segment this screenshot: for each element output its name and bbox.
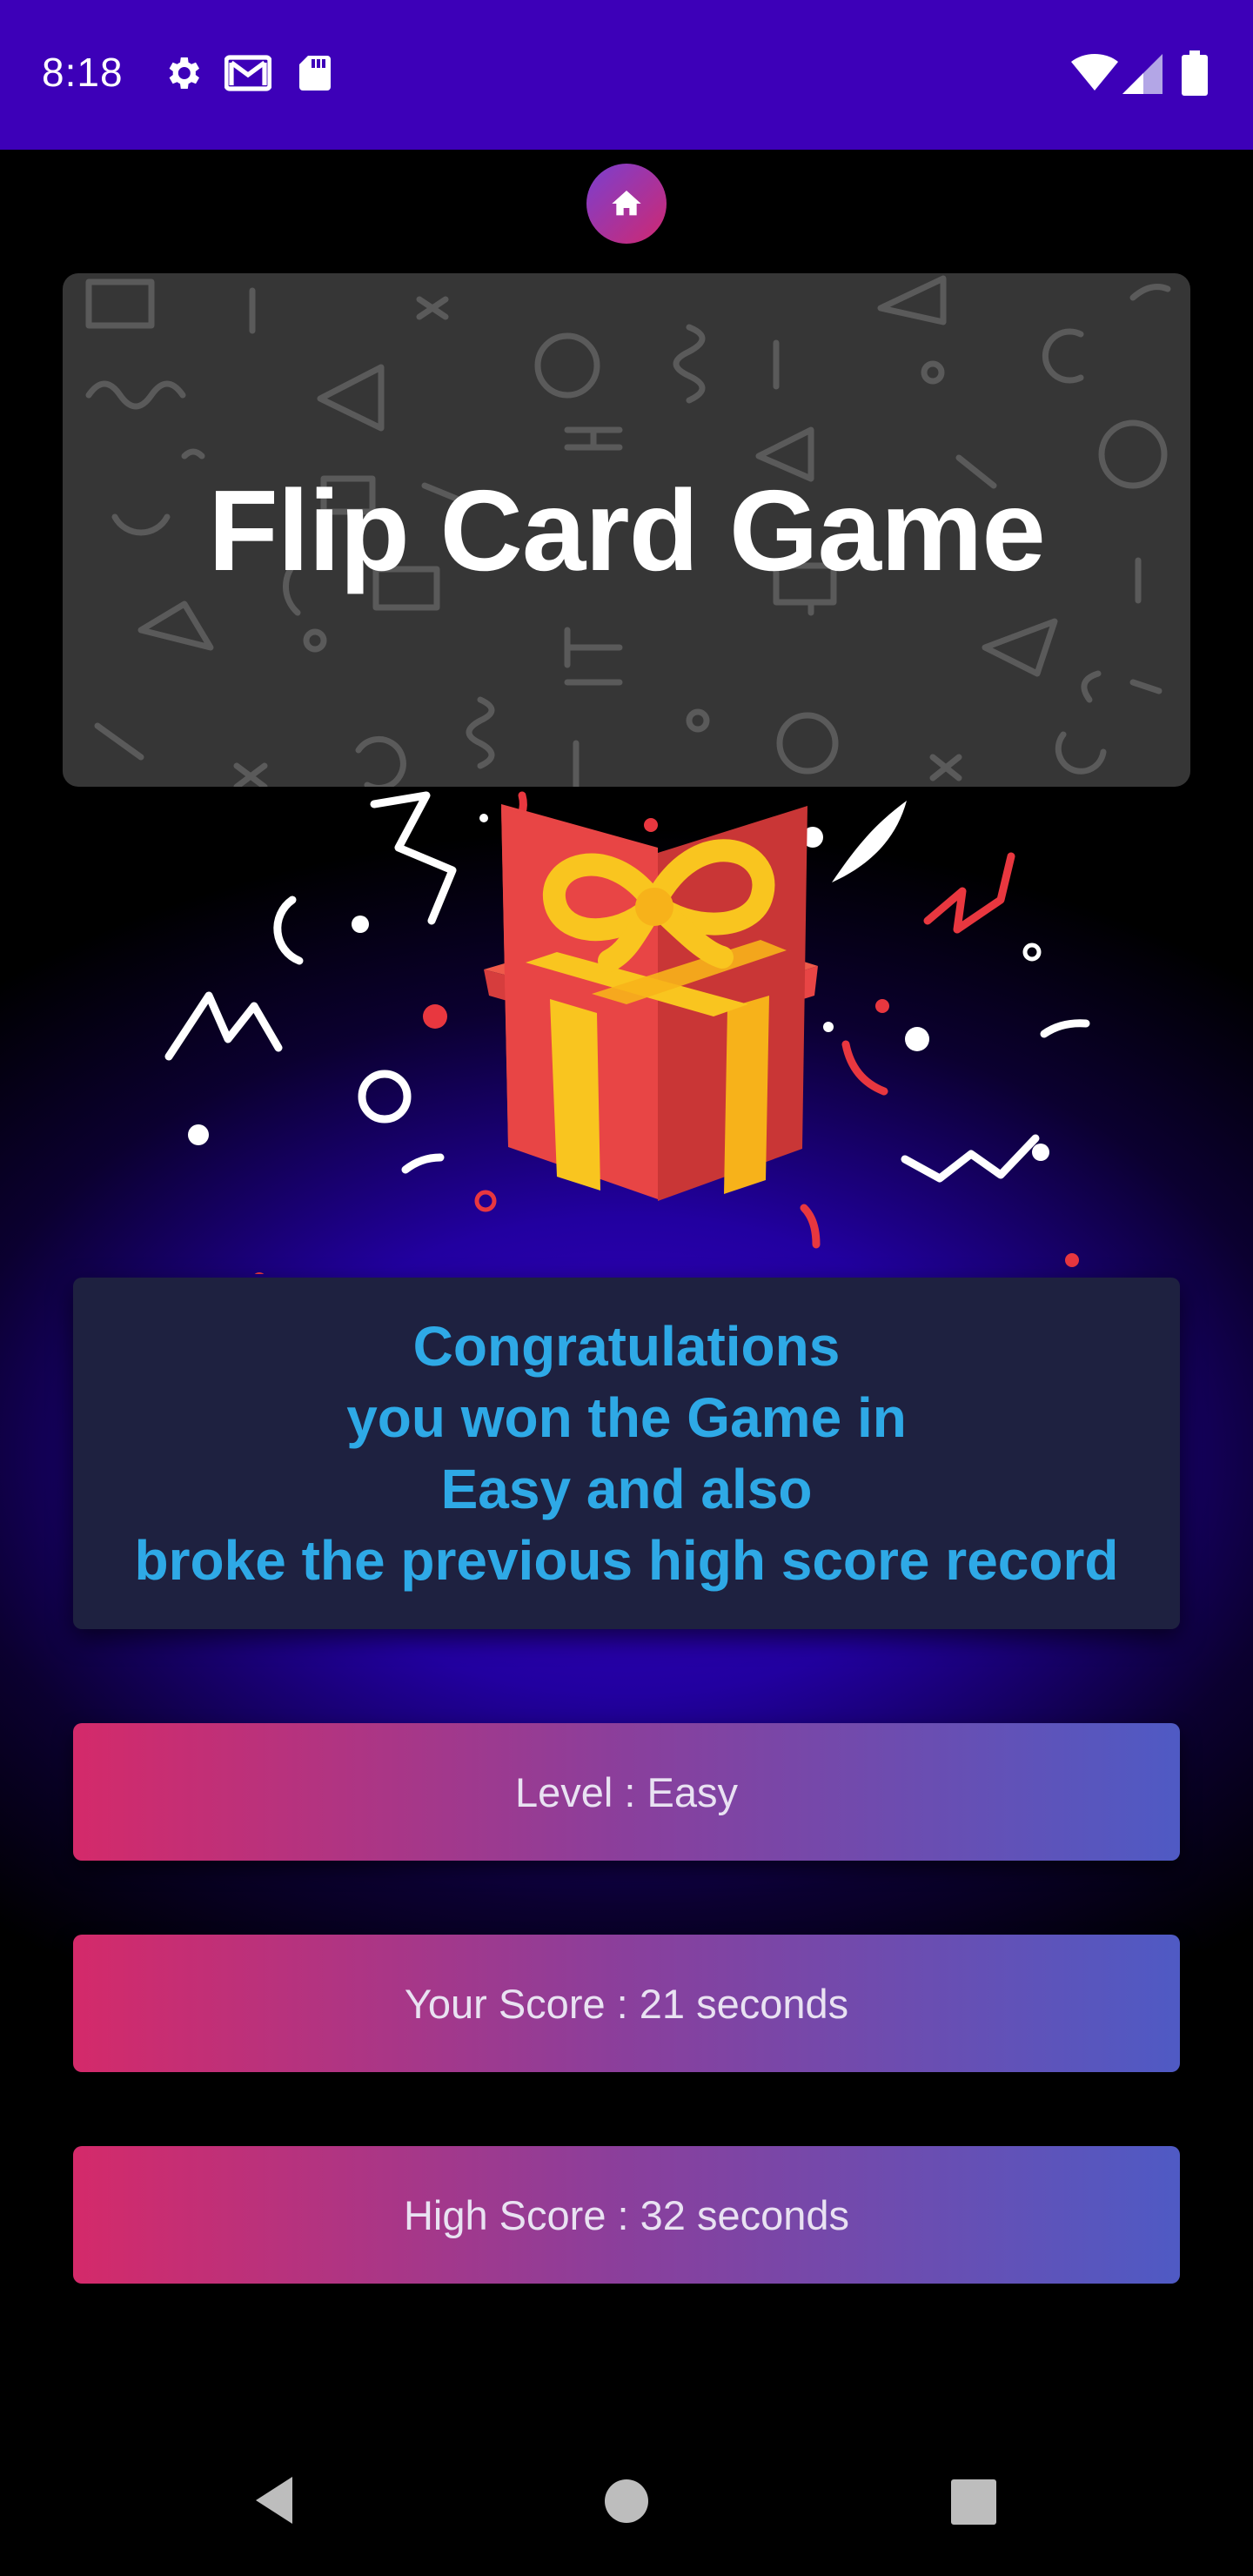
level-bar: Level : Easy <box>73 1723 1180 1861</box>
gift-illustration <box>0 787 1253 1286</box>
high-score-label: High Score : 32 seconds <box>403 2191 850 2238</box>
status-bar: 8:18 <box>0 0 1253 150</box>
message-card: Congratulations you won the Game in Easy… <box>73 1278 1180 1629</box>
your-score-label: Your Score : 21 seconds <box>404 1980 849 2027</box>
home-button[interactable] <box>586 164 667 244</box>
page-title: Flip Card Game <box>208 466 1046 594</box>
message-line: you won the Game in <box>346 1386 907 1449</box>
gear-icon <box>169 57 199 89</box>
message-line: Congratulations <box>412 1315 841 1378</box>
sd-card-icon <box>299 56 331 91</box>
gmail-icon <box>224 55 271 91</box>
signal-icon <box>1122 54 1163 94</box>
wifi-icon <box>1071 54 1118 91</box>
title-banner: Flip Card Game <box>63 273 1190 787</box>
message-line: Easy and also <box>440 1458 813 1520</box>
battery-icon <box>1182 50 1208 96</box>
recents-icon[interactable] <box>950 2479 997 2526</box>
high-score-bar: High Score : 32 seconds <box>73 2146 1180 2284</box>
message-line: broke the previous high score record <box>134 1529 1119 1592</box>
your-score-bar: Your Score : 21 seconds <box>73 1935 1180 2072</box>
gift-icon <box>164 791 1090 1286</box>
status-time: 8:18 <box>42 50 124 95</box>
back-icon[interactable] <box>245 2470 306 2531</box>
level-label: Level : Easy <box>514 1768 739 1815</box>
main-content: Flip Card Game Congratulations you won t… <box>0 150 1253 2430</box>
navigation-bar <box>0 2430 1253 2576</box>
home-circle-icon[interactable] <box>602 2477 651 2526</box>
home-icon <box>612 191 641 216</box>
